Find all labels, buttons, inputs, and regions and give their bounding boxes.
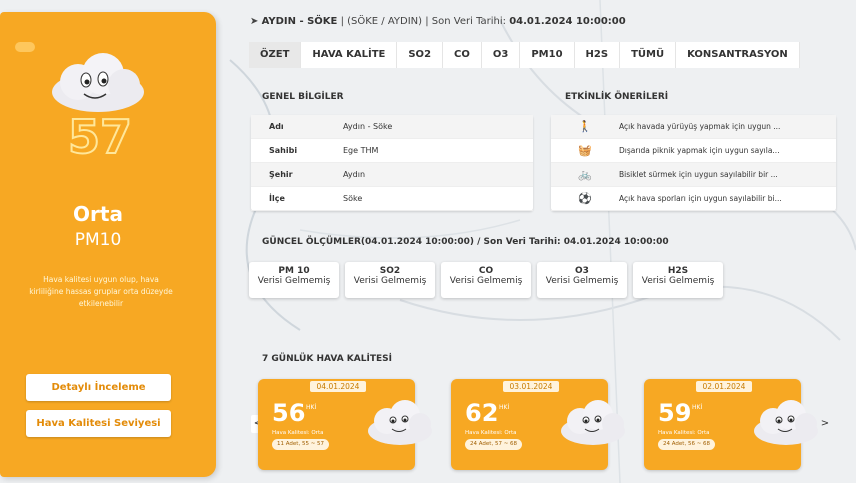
cloud-face-icon	[368, 400, 432, 445]
tab-co[interactable]: CO	[443, 42, 482, 68]
walk-icon: 🚶	[578, 120, 592, 133]
activity-text: Dışarıda piknik yapmak için uygun sayıla…	[619, 146, 780, 155]
row-value: Aydın	[343, 170, 366, 179]
card-name: CO	[478, 266, 494, 276]
table-row: Adı Aydın - Söke	[251, 115, 533, 139]
day-count: 24 Adet, 56 ~ 68	[658, 439, 716, 450]
row-key: Sahibi	[269, 146, 298, 155]
activity-text: Bisiklet sürmek için uygun sayılabilir b…	[619, 170, 778, 179]
day-card[interactable]: 02.01.2024 59 HKİ Hava Kalitesi: Orta 24…	[644, 379, 818, 470]
day-aqi-unit: HKİ	[692, 404, 703, 411]
general-info-table: Adı Aydın - Söke Sahibi Ege THM Şehir Aydın…	[251, 115, 533, 211]
tab-summary[interactable]: ÖZET	[249, 42, 302, 68]
location-arrow-icon: ➤	[250, 16, 259, 27]
bicycle-icon: 🚲	[578, 168, 592, 181]
day-quality-label: Hava Kalitesi: Orta	[658, 430, 710, 436]
day-date: 03.01.2024	[503, 381, 559, 392]
activity-suggestions-title: ETKİNLİK ÖNERİLERİ	[565, 92, 669, 102]
card-status: Verisi Gelmemiş	[545, 276, 619, 286]
air-quality-level-button[interactable]: Hava Kalitesi Seviyesi	[26, 410, 171, 437]
aqi-description: Hava kalitesi uygun olup, hava kirliliği…	[29, 275, 173, 308]
day-aqi: 56	[272, 399, 306, 427]
cloud-decoration	[15, 42, 35, 52]
tab-bar: ÖZET HAVA KALİTE SO2 CO O3 PM10 H2S TÜMÜ…	[249, 42, 800, 68]
row-key: Adı	[269, 122, 284, 131]
tab-air-quality[interactable]: HAVA KALİTE	[301, 42, 398, 68]
table-row: İlçe Söke	[251, 187, 533, 211]
measurement-card[interactable]: H2S Verisi Gelmemiş	[633, 262, 723, 298]
day-count: 11 Adet, 55 ~ 57	[272, 439, 330, 450]
card-name: PM 10	[278, 266, 310, 276]
activity-text: Açık havada yürüyüş yapmak için uygun ..…	[619, 122, 781, 131]
cloud-face-icon	[754, 400, 818, 445]
activity-row[interactable]: 🚶 Açık havada yürüyüş yapmak için uygun .…	[551, 115, 836, 139]
day-aqi-unit: HKİ	[306, 404, 317, 411]
activity-table: 🚶 Açık havada yürüyüş yapmak için uygun .…	[551, 115, 836, 211]
aqi-category: Orta	[73, 202, 123, 226]
card-status: Verisi Gelmemiş	[257, 276, 331, 286]
table-row: Şehir Aydın	[251, 163, 533, 187]
card-status: Verisi Gelmemiş	[353, 276, 427, 286]
day-card[interactable]: 04.01.2024 56 HKİ Hava Kalitesi: Orta 11…	[258, 379, 432, 470]
activity-row[interactable]: ⚽ Açık hava sporları için uygun sayılabil…	[551, 187, 836, 211]
row-value: Söke	[343, 194, 363, 203]
row-key: İlçe	[269, 194, 285, 203]
picnic-icon: 🧺	[578, 144, 592, 157]
station-location: AYDIN - SÖKE	[261, 16, 338, 27]
tab-pm10[interactable]: PM10	[520, 42, 575, 68]
day-aqi: 62	[465, 399, 499, 427]
measurement-card[interactable]: CO Verisi Gelmemiş	[441, 262, 531, 298]
day-aqi-unit: HKİ	[499, 404, 510, 411]
day-quality-label: Hava Kalitesi: Orta	[465, 430, 517, 436]
card-status: Verisi Gelmemiş	[449, 276, 523, 286]
general-info-title: GENEL BİLGİLER	[262, 92, 344, 102]
tab-concentration[interactable]: KONSANTRASYON	[676, 42, 800, 68]
measurement-cards: PM 10 Verisi Gelmemiş SO2 Verisi Gelmemiş …	[249, 262, 723, 298]
day-aqi: 59	[658, 399, 692, 427]
day-count: 24 Adet, 57 ~ 68	[465, 439, 523, 450]
measurement-card[interactable]: SO2 Verisi Gelmemiş	[345, 262, 435, 298]
measurement-card[interactable]: O3 Verisi Gelmemiş	[537, 262, 627, 298]
cloud-face-icon	[52, 53, 144, 112]
row-value: Aydın - Söke	[343, 122, 393, 131]
seven-day-title: 7 GÜNLÜK HAVA KALİTESİ	[262, 354, 392, 364]
dominant-pollutant: PM10	[74, 230, 122, 250]
card-name: O3	[575, 266, 589, 276]
tab-all[interactable]: TÜMÜ	[620, 42, 677, 68]
card-name: H2S	[667, 266, 689, 276]
card-status: Verisi Gelmemiş	[641, 276, 715, 286]
current-measurements-title: GÜNCEL ÖLÇÜMLER(04.01.2024 10:00:00) / S…	[262, 237, 669, 247]
measurement-card[interactable]: PM 10 Verisi Gelmemiş	[249, 262, 339, 298]
day-quality-label: Hava Kalitesi: Orta	[272, 430, 324, 436]
station-sub: (SÖKE / AYDIN)	[347, 16, 423, 27]
last-data-value: 04.01.2024 10:00:00	[509, 16, 626, 27]
last-data-label: Son Veri Tarihi:	[431, 16, 507, 27]
card-name: SO2	[379, 266, 401, 276]
day-date: 02.01.2024	[696, 381, 752, 392]
tab-o3[interactable]: O3	[481, 42, 521, 68]
row-value: Ege THM	[343, 146, 379, 155]
day-card[interactable]: 03.01.2024 62 HKİ Hava Kalitesi: Orta 24…	[451, 379, 625, 470]
aqi-summary-panel: 57 Orta PM10 Hava kalitesi uygun olup, h…	[0, 12, 216, 477]
cloud-face-icon	[561, 400, 625, 445]
detailed-review-button[interactable]: Detaylı İnceleme	[26, 374, 171, 401]
activity-row[interactable]: 🧺 Dışarıda piknik yapmak için uygun sayıl…	[551, 139, 836, 163]
tab-h2s[interactable]: H2S	[574, 42, 621, 68]
aqi-value: 57	[67, 109, 133, 165]
tab-so2[interactable]: SO2	[397, 42, 444, 68]
next-arrow-icon[interactable]: >	[818, 415, 832, 433]
table-row: Sahibi Ege THM	[251, 139, 533, 163]
activity-text: Açık hava sporları için uygun sayılabili…	[619, 194, 782, 203]
day-date: 04.01.2024	[310, 381, 366, 392]
station-header: ➤ AYDIN - SÖKE | (SÖKE / AYDIN) | Son Ve…	[250, 16, 626, 27]
ball-icon: ⚽	[578, 192, 592, 205]
activity-row[interactable]: 🚲 Bisiklet sürmek için uygun sayılabilir …	[551, 163, 836, 187]
row-key: Şehir	[269, 170, 293, 179]
